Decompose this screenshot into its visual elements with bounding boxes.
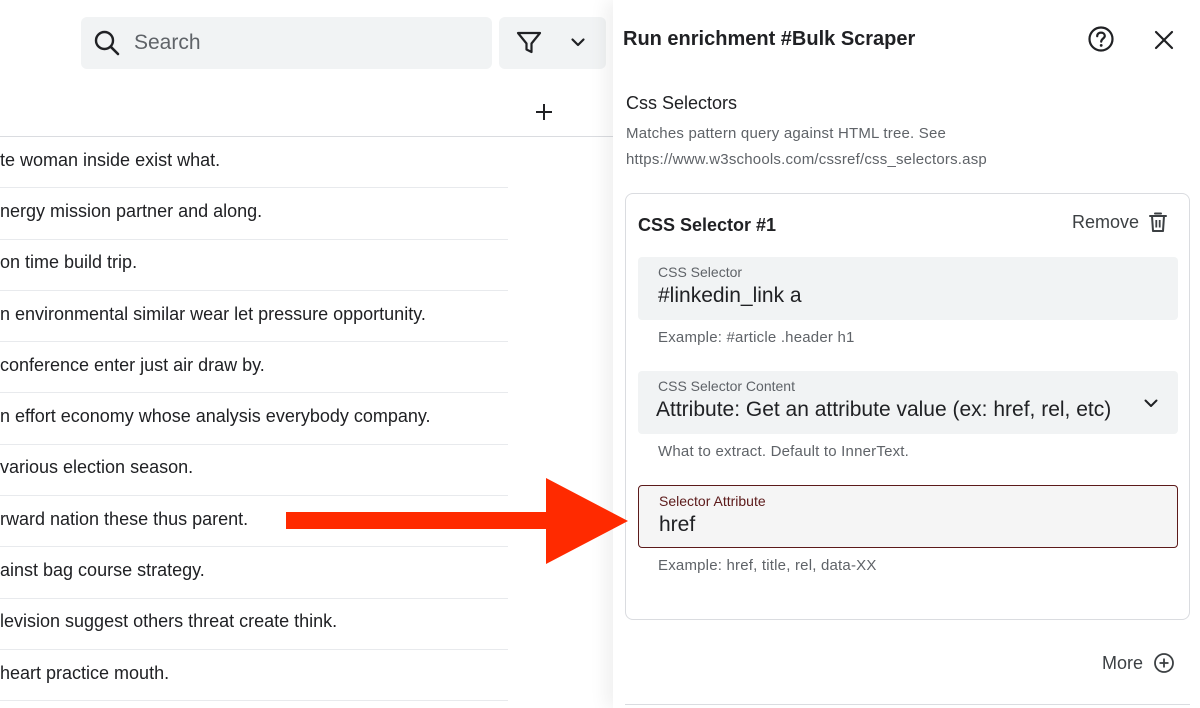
enrichment-panel: Run enrichment #Bulk Scraper Css Selecto… bbox=[613, 0, 1200, 708]
table-cell: heart practice mouth. bbox=[0, 662, 170, 683]
card-title: CSS Selector #1 bbox=[638, 215, 777, 235]
screen: te woman inside exist what. nergy missio… bbox=[0, 0, 1200, 708]
table-cell: te woman inside exist what. bbox=[0, 149, 221, 170]
more-label: More bbox=[1102, 652, 1144, 673]
remove-label: Remove bbox=[1072, 211, 1140, 232]
table-cell: on time build trip. bbox=[0, 252, 138, 273]
table-row[interactable]: heart practice mouth. bbox=[0, 650, 508, 702]
section-description-text: Matches pattern query against HTML tree.… bbox=[626, 125, 947, 142]
table-cell: various election season. bbox=[0, 457, 194, 478]
table-row[interactable]: on time build trip. bbox=[0, 240, 508, 291]
filter-button[interactable] bbox=[499, 17, 606, 69]
remove-button[interactable]: Remove bbox=[1072, 209, 1168, 235]
add-column-icon[interactable] bbox=[530, 98, 558, 126]
table-row[interactable]: levision suggest others threat create th… bbox=[0, 599, 508, 650]
help-icon[interactable] bbox=[1087, 25, 1115, 53]
annotation-arrow bbox=[286, 478, 628, 564]
table-cell: nergy mission partner and along. bbox=[0, 200, 263, 221]
selector-attribute-label: Selector Attribute bbox=[659, 493, 766, 509]
table-cell: n environmental similar wear let pressur… bbox=[0, 303, 426, 324]
trash-icon bbox=[1149, 212, 1168, 232]
table-cell: ainst bag course strategy. bbox=[0, 560, 205, 581]
selector-attribute-input[interactable] bbox=[659, 513, 1129, 537]
selector-attribute-field[interactable]: Selector Attribute bbox=[638, 485, 1178, 548]
css-selector-label: CSS Selector bbox=[658, 264, 743, 280]
table-cell: conference enter just air draw by. bbox=[0, 354, 265, 375]
section-description-link[interactable]: https://www.w3schools.com/cssref/css_sel… bbox=[626, 147, 1066, 173]
css-selector-content-value: Attribute: Get an attribute value (ex: h… bbox=[656, 398, 1112, 421]
search-icon bbox=[94, 30, 120, 56]
table-cell: rward nation these thus parent. bbox=[0, 508, 249, 529]
section-description: Matches pattern query against HTML tree.… bbox=[626, 121, 1066, 173]
chevron-down-icon[interactable] bbox=[1141, 393, 1161, 413]
filter-icon bbox=[516, 31, 542, 54]
table-body: te woman inside exist what. nergy missio… bbox=[0, 137, 508, 702]
table-row[interactable]: nergy mission partner and along. bbox=[0, 188, 508, 240]
css-selector-content-helper: What to extract. Default to InnerText. bbox=[658, 443, 910, 460]
table-area: te woman inside exist what. nergy missio… bbox=[0, 0, 614, 708]
more-button[interactable]: More bbox=[1102, 650, 1175, 676]
css-selector-card: CSS Selector #1 Remove CSS Selector Exam… bbox=[625, 193, 1190, 620]
css-selector-content-select[interactable]: CSS Selector Content Attribute: Get an a… bbox=[638, 371, 1178, 434]
table-row[interactable]: te woman inside exist what. bbox=[0, 137, 508, 189]
table-cell: levision suggest others threat create th… bbox=[0, 611, 338, 632]
section-title: Css Selectors bbox=[626, 93, 738, 113]
table-row[interactable]: conference enter just air draw by. bbox=[0, 342, 508, 394]
selector-attribute-helper: Example: href, title, rel, data-XX bbox=[658, 557, 877, 574]
panel-title: Run enrichment #Bulk Scraper bbox=[623, 28, 916, 50]
panel-divider bbox=[625, 704, 1190, 705]
search-box[interactable] bbox=[81, 17, 492, 69]
table-cell: n effort economy whose analysis everybod… bbox=[0, 406, 431, 427]
chevron-down-icon[interactable] bbox=[569, 33, 587, 51]
css-selector-field[interactable]: CSS Selector bbox=[638, 257, 1178, 320]
add-circle-icon bbox=[1154, 653, 1174, 673]
search-input[interactable] bbox=[134, 27, 474, 59]
css-selector-helper: Example: #article .header h1 bbox=[658, 329, 855, 346]
css-selector-input[interactable] bbox=[658, 284, 1128, 308]
close-icon[interactable] bbox=[1153, 29, 1175, 51]
table-row[interactable]: n environmental similar wear let pressur… bbox=[0, 291, 508, 343]
css-selector-content-label: CSS Selector Content bbox=[658, 378, 795, 394]
table-row[interactable]: n effort economy whose analysis everybod… bbox=[0, 393, 508, 445]
